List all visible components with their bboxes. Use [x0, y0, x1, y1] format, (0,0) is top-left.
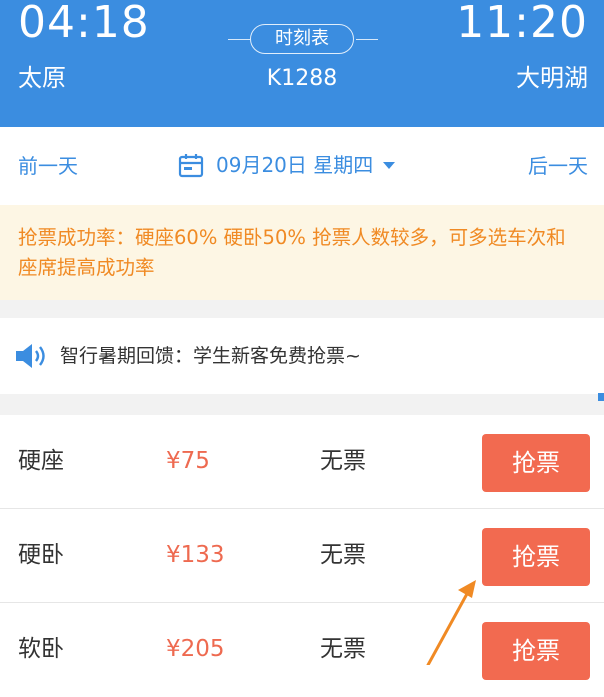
- departure-time: 04:18: [18, 0, 150, 48]
- next-day-button[interactable]: 后一天: [528, 152, 588, 180]
- caret-down-icon: [383, 161, 396, 169]
- seat-type: 硬座: [18, 448, 64, 474]
- prev-day-button[interactable]: 前一天: [18, 152, 78, 180]
- arrival-time: 11:20: [456, 0, 588, 48]
- speaker-icon: [16, 344, 45, 368]
- seat-row-hard-seat: 硬座 ¥75 无票 抢票: [0, 415, 604, 509]
- divider-line: [356, 39, 378, 40]
- announcement-bar[interactable]: 智行暑期回馈：学生新客免费抢票~: [0, 318, 604, 394]
- calendar-icon: [178, 154, 204, 178]
- schedule-control: 时刻表: [228, 24, 378, 54]
- date-selector[interactable]: 09月20日 星期四: [178, 149, 396, 181]
- success-rate-notice: 抢票成功率：硬座60% 硬卧50% 抢票人数较多，可多选车次和座席提高成功率: [0, 205, 604, 300]
- seat-availability: 无票: [320, 448, 366, 474]
- seat-row-hard-sleeper: 硬卧 ¥133 无票 抢票: [0, 509, 604, 603]
- seat-row-soft-sleeper: 软卧 ¥205 无票 抢票: [0, 603, 604, 697]
- seat-availability: 无票: [320, 636, 366, 662]
- divider-line: [228, 39, 250, 40]
- arrival-station: 大明湖: [516, 64, 588, 92]
- train-header: 04:18 11:20 时刻表 太原 K1288 大明湖: [0, 0, 604, 127]
- date-bar: 前一天 09月20日 星期四 后一天: [0, 127, 604, 205]
- seat-price: ¥133: [166, 542, 225, 568]
- seat-availability: 无票: [320, 542, 366, 568]
- edge-marker: [598, 393, 604, 401]
- schedule-button[interactable]: 时刻表: [250, 24, 354, 54]
- selected-date: 09月20日 星期四: [216, 153, 374, 177]
- grab-ticket-button[interactable]: 抢票: [482, 434, 590, 492]
- grab-ticket-button[interactable]: 抢票: [482, 528, 590, 586]
- seat-type: 硬卧: [18, 542, 64, 568]
- seat-price: ¥75: [166, 448, 210, 474]
- seat-type: 软卧: [18, 636, 64, 662]
- grab-ticket-button[interactable]: 抢票: [482, 622, 590, 680]
- announcement-text: 智行暑期回馈：学生新客免费抢票~: [60, 345, 361, 367]
- seat-price: ¥205: [166, 636, 225, 662]
- train-number: K1288: [266, 66, 338, 91]
- notice-text: 抢票成功率：硬座60% 硬卧50% 抢票人数较多，可多选车次和座席提高成功率: [18, 226, 566, 279]
